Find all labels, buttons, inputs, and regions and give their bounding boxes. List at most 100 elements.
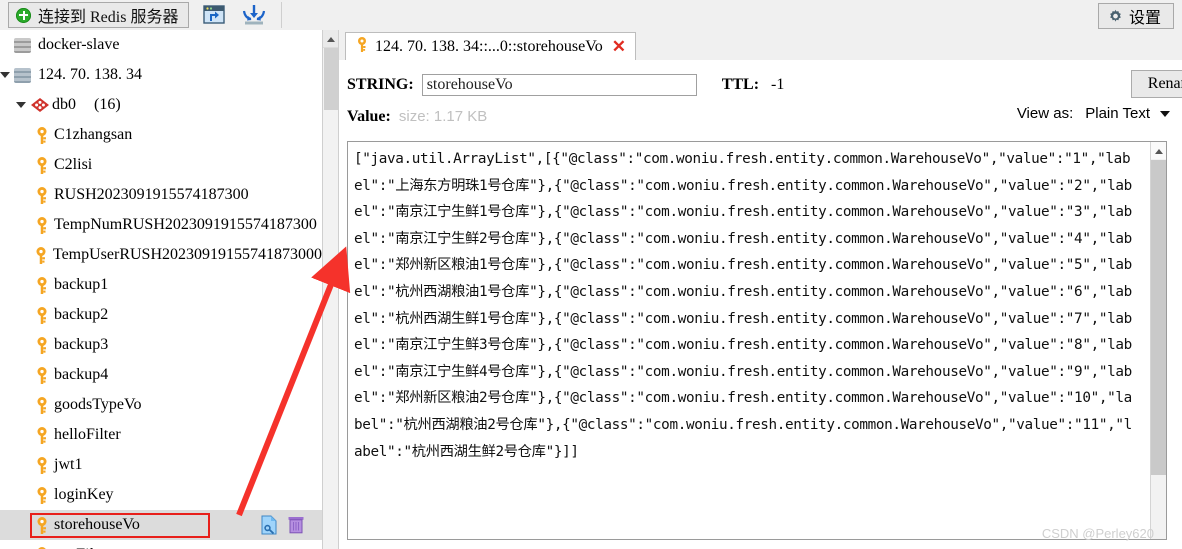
keys-tree-panel[interactable]: docker-slave 124. 70. 138. 34 db0 (16) C1zha… [0,30,322,549]
tree-item-backup3[interactable]: backup3 [0,330,322,360]
gear-icon [1108,9,1123,24]
key-icon [34,456,50,474]
key-editor-panel: 124. 70. 138. 34::...0::storehouseVo ✕ S… [339,30,1182,549]
console-window-icon[interactable] [199,2,229,28]
tree-item-loginkey[interactable]: loginKey [0,480,322,510]
tree-item-storehousevo[interactable]: storehouseVo [0,510,322,540]
tree-item-label: docker-slave [38,36,120,53]
server-icon [14,37,31,53]
key-icon [34,336,50,354]
key-name-input[interactable] [421,74,697,96]
server-icon [14,67,31,83]
tree-item-db0[interactable]: db0 (16) [0,90,322,120]
value-scroll-up-arrow-icon[interactable] [1151,142,1166,159]
settings-button-label: 设置 [1128,10,1161,27]
scroll-up-arrow-icon[interactable] [323,30,339,48]
tree-scrollbar-thumb[interactable] [324,48,338,110]
rename-button-label: Rename [1147,75,1182,92]
value-size-row: Value: size: 1.17 KB [347,108,487,126]
trash-icon[interactable] [288,515,306,535]
value-vertical-scrollbar[interactable] [1150,142,1166,539]
tree-item-testfilter[interactable]: testFilter [0,540,322,549]
value-textarea-container[interactable]: ["java.util.ArrayList",[{"@class":"com.w… [347,141,1167,540]
key-icon [34,426,50,444]
tree-item-jwt1[interactable]: jwt1 [0,450,322,480]
tree-item-label: backup4 [54,366,109,383]
tree-item-c2lisi[interactable]: C2lisi [0,150,322,180]
tree-item-rush2023091915574187300[interactable]: RUSH2023091915574187300 [0,180,322,210]
tree-item-label: db0 [52,96,76,113]
tree-item-hellofilter[interactable]: helloFilter [0,420,322,450]
tree-item-tempuserrush20230919155741873000[interactable]: TempUserRUSH20230919155741873000 [0,240,322,270]
tree-item-label: C1zhangsan [54,126,133,143]
key-icon [355,36,369,57]
tree-item-label: 124. 70. 138. 34 [38,66,142,83]
key-icon [34,216,50,234]
key-type-label: STRING: [347,76,414,93]
tree-item-count: (16) [94,96,121,113]
value-label: Value: [347,108,391,125]
import-download-icon[interactable] [239,2,269,28]
view-as-selected-value: Plain Text [1085,105,1150,122]
ttl-label: TTL: [721,76,760,93]
tree-item-goodstypevo[interactable]: goodsTypeVo [0,390,322,420]
twisty-expanded-icon[interactable] [0,68,14,82]
key-icon [34,516,50,534]
key-icon [34,126,50,144]
tree-item-label: backup2 [54,306,109,323]
key-icon [33,246,49,264]
database-icon [30,97,50,114]
plus-circle-icon [16,7,31,23]
twisty-expanded-icon[interactable] [16,98,30,112]
tree-item-label: TempUserRUSH20230919155741873000 [52,246,322,263]
value-size-text: size: 1.17 KB [398,108,488,125]
tree-item-label: helloFilter [54,426,121,443]
key-icon [34,306,50,324]
row-action-buttons [260,510,306,540]
key-meta-area: STRING: TTL: -1 Rename 删除 [339,60,1182,138]
tree-item-label: C2lisi [54,156,93,173]
key-icon [34,486,50,504]
tree-item-label: TempNumRUSH2023091915574187300 [54,216,317,233]
tree-item-backup2[interactable]: backup2 [0,300,322,330]
value-textarea[interactable]: ["java.util.ArrayList",[{"@class":"com.w… [354,146,1138,534]
editor-tab-bar: 124. 70. 138. 34::...0::storehouseVo ✕ [339,30,1182,61]
tree-item-label: storehouseVo [54,516,140,533]
tree-item-label: goodsTypeVo [54,396,142,413]
tree-item-c1zhangsan[interactable]: C1zhangsan [0,120,322,150]
key-icon [34,186,50,204]
key-icon [34,156,50,174]
main-toolbar: 连接到 Redis 服务器 设置 [0,0,1182,31]
tree-item-label: backup3 [54,336,109,353]
edit-key-icon[interactable] [260,515,278,535]
ttl-value: -1 [771,76,785,93]
key-name-row: STRING: TTL: -1 [347,74,784,96]
toolbar-divider [281,2,283,28]
key-action-buttons: Rename 删除 重载键值 设置 TTL [1131,70,1182,98]
tree-item-backup4[interactable]: backup4 [0,360,322,390]
tree-item-label: backup1 [54,276,109,293]
connect-to-redis-server-button[interactable]: 连接到 Redis 服务器 [8,2,190,28]
redis-desktop-manager-window: 连接到 Redis 服务器 设置 docker-slave 124. 70. 1… [0,0,1182,549]
connect-button-label: 连接到 Redis 服务器 [38,9,179,26]
tree-item-docker-slave[interactable]: docker-slave [0,30,322,60]
value-scrollbar-thumb[interactable] [1151,160,1166,475]
tree-item-backup1[interactable]: backup1 [0,270,322,300]
tree-item-124-70-138-34[interactable]: 124. 70. 138. 34 [0,60,322,90]
close-icon[interactable]: ✕ [612,37,626,57]
key-icon [34,396,50,414]
tree-item-label: jwt1 [54,456,83,473]
view-as-select[interactable]: Plain Text [1079,104,1174,123]
tab-storehouse-vo[interactable]: 124. 70. 138. 34::...0::storehouseVo ✕ [345,32,636,61]
tab-title: 124. 70. 138. 34::...0::storehouseVo [375,37,603,55]
settings-button[interactable]: 设置 [1097,3,1174,29]
tree-item-label: loginKey [54,486,114,503]
tree-item-label: RUSH2023091915574187300 [54,186,249,203]
view-as-row: View as: Plain Text [1017,104,1174,123]
key-icon [34,366,50,384]
tree-item-tempnumrush2023091915574187300[interactable]: TempNumRUSH2023091915574187300 [0,210,322,240]
chevron-down-icon [1160,110,1170,117]
key-icon [34,276,50,294]
rename-button[interactable]: Rename [1131,70,1182,98]
view-as-label: View as: [1016,105,1074,122]
